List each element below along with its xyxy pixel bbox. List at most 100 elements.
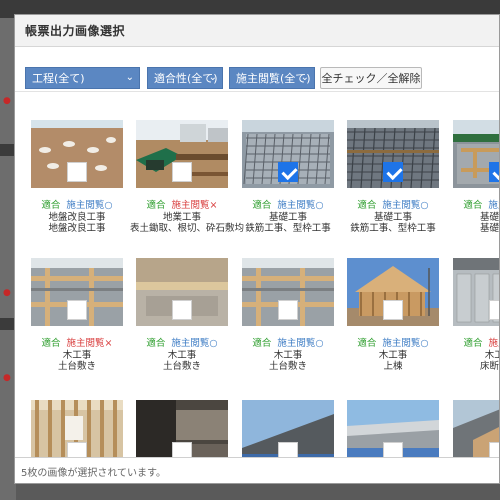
selection-status: 5枚の画像が選択されています。 <box>21 468 167 479</box>
tile-status-line: 適合 施主閲覧○ <box>341 200 445 212</box>
gallery-tile[interactable]: 適合 施主閲覧○ 木工事 土台敷き <box>242 258 334 374</box>
select-checkbox[interactable] <box>489 442 499 457</box>
check-all-label: 全チェック／全解除 <box>321 72 421 85</box>
tile-status-line: 適合 施主閲覧○ <box>25 200 129 212</box>
chevron-down-icon: ⌄ <box>300 72 309 83</box>
fit-status: 適合 <box>146 338 166 349</box>
tile-status-line: 適合 施主閲覧○ <box>236 338 340 350</box>
gallery-tile[interactable] <box>453 400 499 457</box>
owner-view-status: 施主閲覧○ <box>277 338 324 349</box>
tile-process: 木工事 <box>378 350 408 361</box>
tile-process: 木工事 <box>484 350 499 361</box>
gallery-tile[interactable] <box>242 400 334 457</box>
tile-work: 床断熱材 <box>479 361 499 372</box>
select-checkbox[interactable] <box>383 442 403 457</box>
select-checkbox-checked[interactable] <box>489 162 499 182</box>
tile-work: 表土鋤取、根切、砕石敷均 <box>130 223 245 234</box>
process-filter-label: 工程(全て) <box>32 72 85 85</box>
fit-filter-select[interactable]: 適合性(全て) ⌄ <box>147 67 223 89</box>
owner-view-status: 施主閲覧○ <box>171 338 218 349</box>
image-gallery: 適合 施主閲覧○ 地盤改良工事 地盤改良工事 適合 施主閲覧× 地業工事 表土鋤取、根切… <box>15 91 499 457</box>
select-checkbox[interactable] <box>172 162 192 182</box>
select-checkbox[interactable] <box>489 300 499 320</box>
owner-view-status: 施主閲覧× <box>66 338 113 349</box>
fit-status: 適合 <box>357 338 377 349</box>
process-filter-select[interactable]: 工程(全て) ⌄ <box>25 67 140 89</box>
gallery-tile[interactable] <box>136 400 228 457</box>
gallery-tile[interactable] <box>347 400 439 457</box>
gallery-tile[interactable]: 適合 施主閲覧× 木工事 土台敷き <box>31 258 123 374</box>
select-checkbox[interactable] <box>172 300 192 320</box>
background-marker: ● <box>3 288 11 298</box>
fit-status: 適合 <box>41 200 61 211</box>
gallery-tile[interactable] <box>31 400 123 457</box>
owner-view-status: 施主閲覧○ <box>277 200 324 211</box>
select-checkbox[interactable] <box>67 162 87 182</box>
modal-title-bar: 帳票出力画像選択 <box>15 15 499 47</box>
owner-view-status: 施主閲覧× <box>488 338 499 349</box>
gallery-tile[interactable]: 適合 施主閲覧○ 基礎工事 鉄筋工事、型枠工事 <box>347 120 439 236</box>
tile-status-line: 適合 施主閲覧○ <box>130 338 234 350</box>
owner-view-status: 施主閲覧○ <box>382 200 429 211</box>
select-checkbox[interactable] <box>278 442 298 457</box>
tile-status-line: 適合 施主閲覧× <box>25 338 129 350</box>
tile-status-line: 適合 施主閲覧○ <box>341 338 445 350</box>
fit-status: 適合 <box>463 338 483 349</box>
tile-process: 木工事 <box>167 350 197 361</box>
gallery-tile[interactable]: 適合 施主閲覧○ 木工事 土台敷き <box>136 258 228 374</box>
tile-process: 基礎工事 <box>373 212 412 223</box>
background-marker: ● <box>3 373 11 383</box>
tile-process: 木工事 <box>62 350 92 361</box>
tile-work: 地盤改良工事 <box>48 223 106 234</box>
modal-title: 帳票出力画像選択 <box>25 24 126 38</box>
tile-status-line: 適合 施主閲覧○ <box>447 200 499 212</box>
check-all-button[interactable]: 全チェック／全解除 <box>320 67 422 89</box>
gallery-tile[interactable]: 適合 施主閲覧×木工事床断熱材 <box>453 258 499 374</box>
gallery-tile[interactable]: 適合 施主閲覧○ 木工事 上棟 <box>347 258 439 374</box>
tile-work: 土台敷き <box>268 361 307 372</box>
owner-view-status: 施主閲覧× <box>171 200 218 211</box>
tile-status-line: 適合 施主閲覧○ <box>236 200 340 212</box>
tile-process: 木工事 <box>273 350 303 361</box>
owner-view-status: 施主閲覧○ <box>488 200 499 211</box>
chevron-down-icon: ⌄ <box>208 72 217 83</box>
tile-work: 土台敷き <box>162 361 201 372</box>
select-checkbox[interactable] <box>172 442 192 457</box>
image-select-modal: 帳票出力画像選択 工程(全て) ⌄ 適合性(全て) ⌄ 施主閲覧(全て) ⌄ 全… <box>14 14 500 484</box>
select-checkbox-checked[interactable] <box>278 162 298 182</box>
fit-status: 適合 <box>252 200 272 211</box>
tile-work: 土台敷き <box>57 361 96 372</box>
gallery-tile[interactable]: 適合 施主閲覧○ 基礎工事 鉄筋工事、型枠工事 <box>242 120 334 236</box>
select-checkbox[interactable] <box>383 300 403 320</box>
tile-process: 地業工事 <box>162 212 201 223</box>
tile-status-line: 適合 施主閲覧× <box>130 200 234 212</box>
tile-work: 鉄筋工事、型枠工事 <box>245 223 331 234</box>
filter-toolbar: 工程(全て) ⌄ 適合性(全て) ⌄ 施主閲覧(全て) ⌄ 全チェック／全解除 <box>15 47 499 91</box>
owner-view-filter-select[interactable]: 施主閲覧(全て) ⌄ <box>229 67 315 89</box>
tile-work: 基礎立上 <box>479 223 499 234</box>
fit-status: 適合 <box>252 338 272 349</box>
gallery-tile[interactable]: 適合 施主閲覧× 地業工事 表土鋤取、根切、砕石敷均 <box>130 120 244 236</box>
fit-status: 適合 <box>463 200 483 211</box>
tile-process: 基礎工事 <box>479 212 499 223</box>
chevron-down-icon: ⌄ <box>125 72 134 83</box>
select-checkbox[interactable] <box>67 300 87 320</box>
tile-status-line: 適合 施主閲覧× <box>447 338 499 350</box>
fit-status: 適合 <box>146 200 166 211</box>
gallery-tile[interactable]: 適合 施主閲覧○ 地盤改良工事 地盤改良工事 <box>31 120 123 236</box>
owner-view-status: 施主閲覧○ <box>66 200 113 211</box>
owner-view-filter-label: 施主閲覧(全て) <box>236 72 311 85</box>
fit-status: 適合 <box>357 200 377 211</box>
background-marker: ● <box>3 96 11 106</box>
tile-process: 基礎工事 <box>268 212 307 223</box>
select-checkbox[interactable] <box>278 300 298 320</box>
owner-view-status: 施主閲覧○ <box>382 338 429 349</box>
tile-process: 地盤改良工事 <box>48 212 106 223</box>
tile-work: 鉄筋工事、型枠工事 <box>350 223 436 234</box>
select-checkbox-checked[interactable] <box>383 162 403 182</box>
modal-footer: 5枚の画像が選択されています。 <box>15 457 499 483</box>
fit-status: 適合 <box>41 338 61 349</box>
tile-work: 上棟 <box>383 361 403 372</box>
select-checkbox[interactable] <box>67 442 87 457</box>
gallery-tile[interactable]: 適合 施主閲覧○基礎工事基礎立上 <box>453 120 499 236</box>
